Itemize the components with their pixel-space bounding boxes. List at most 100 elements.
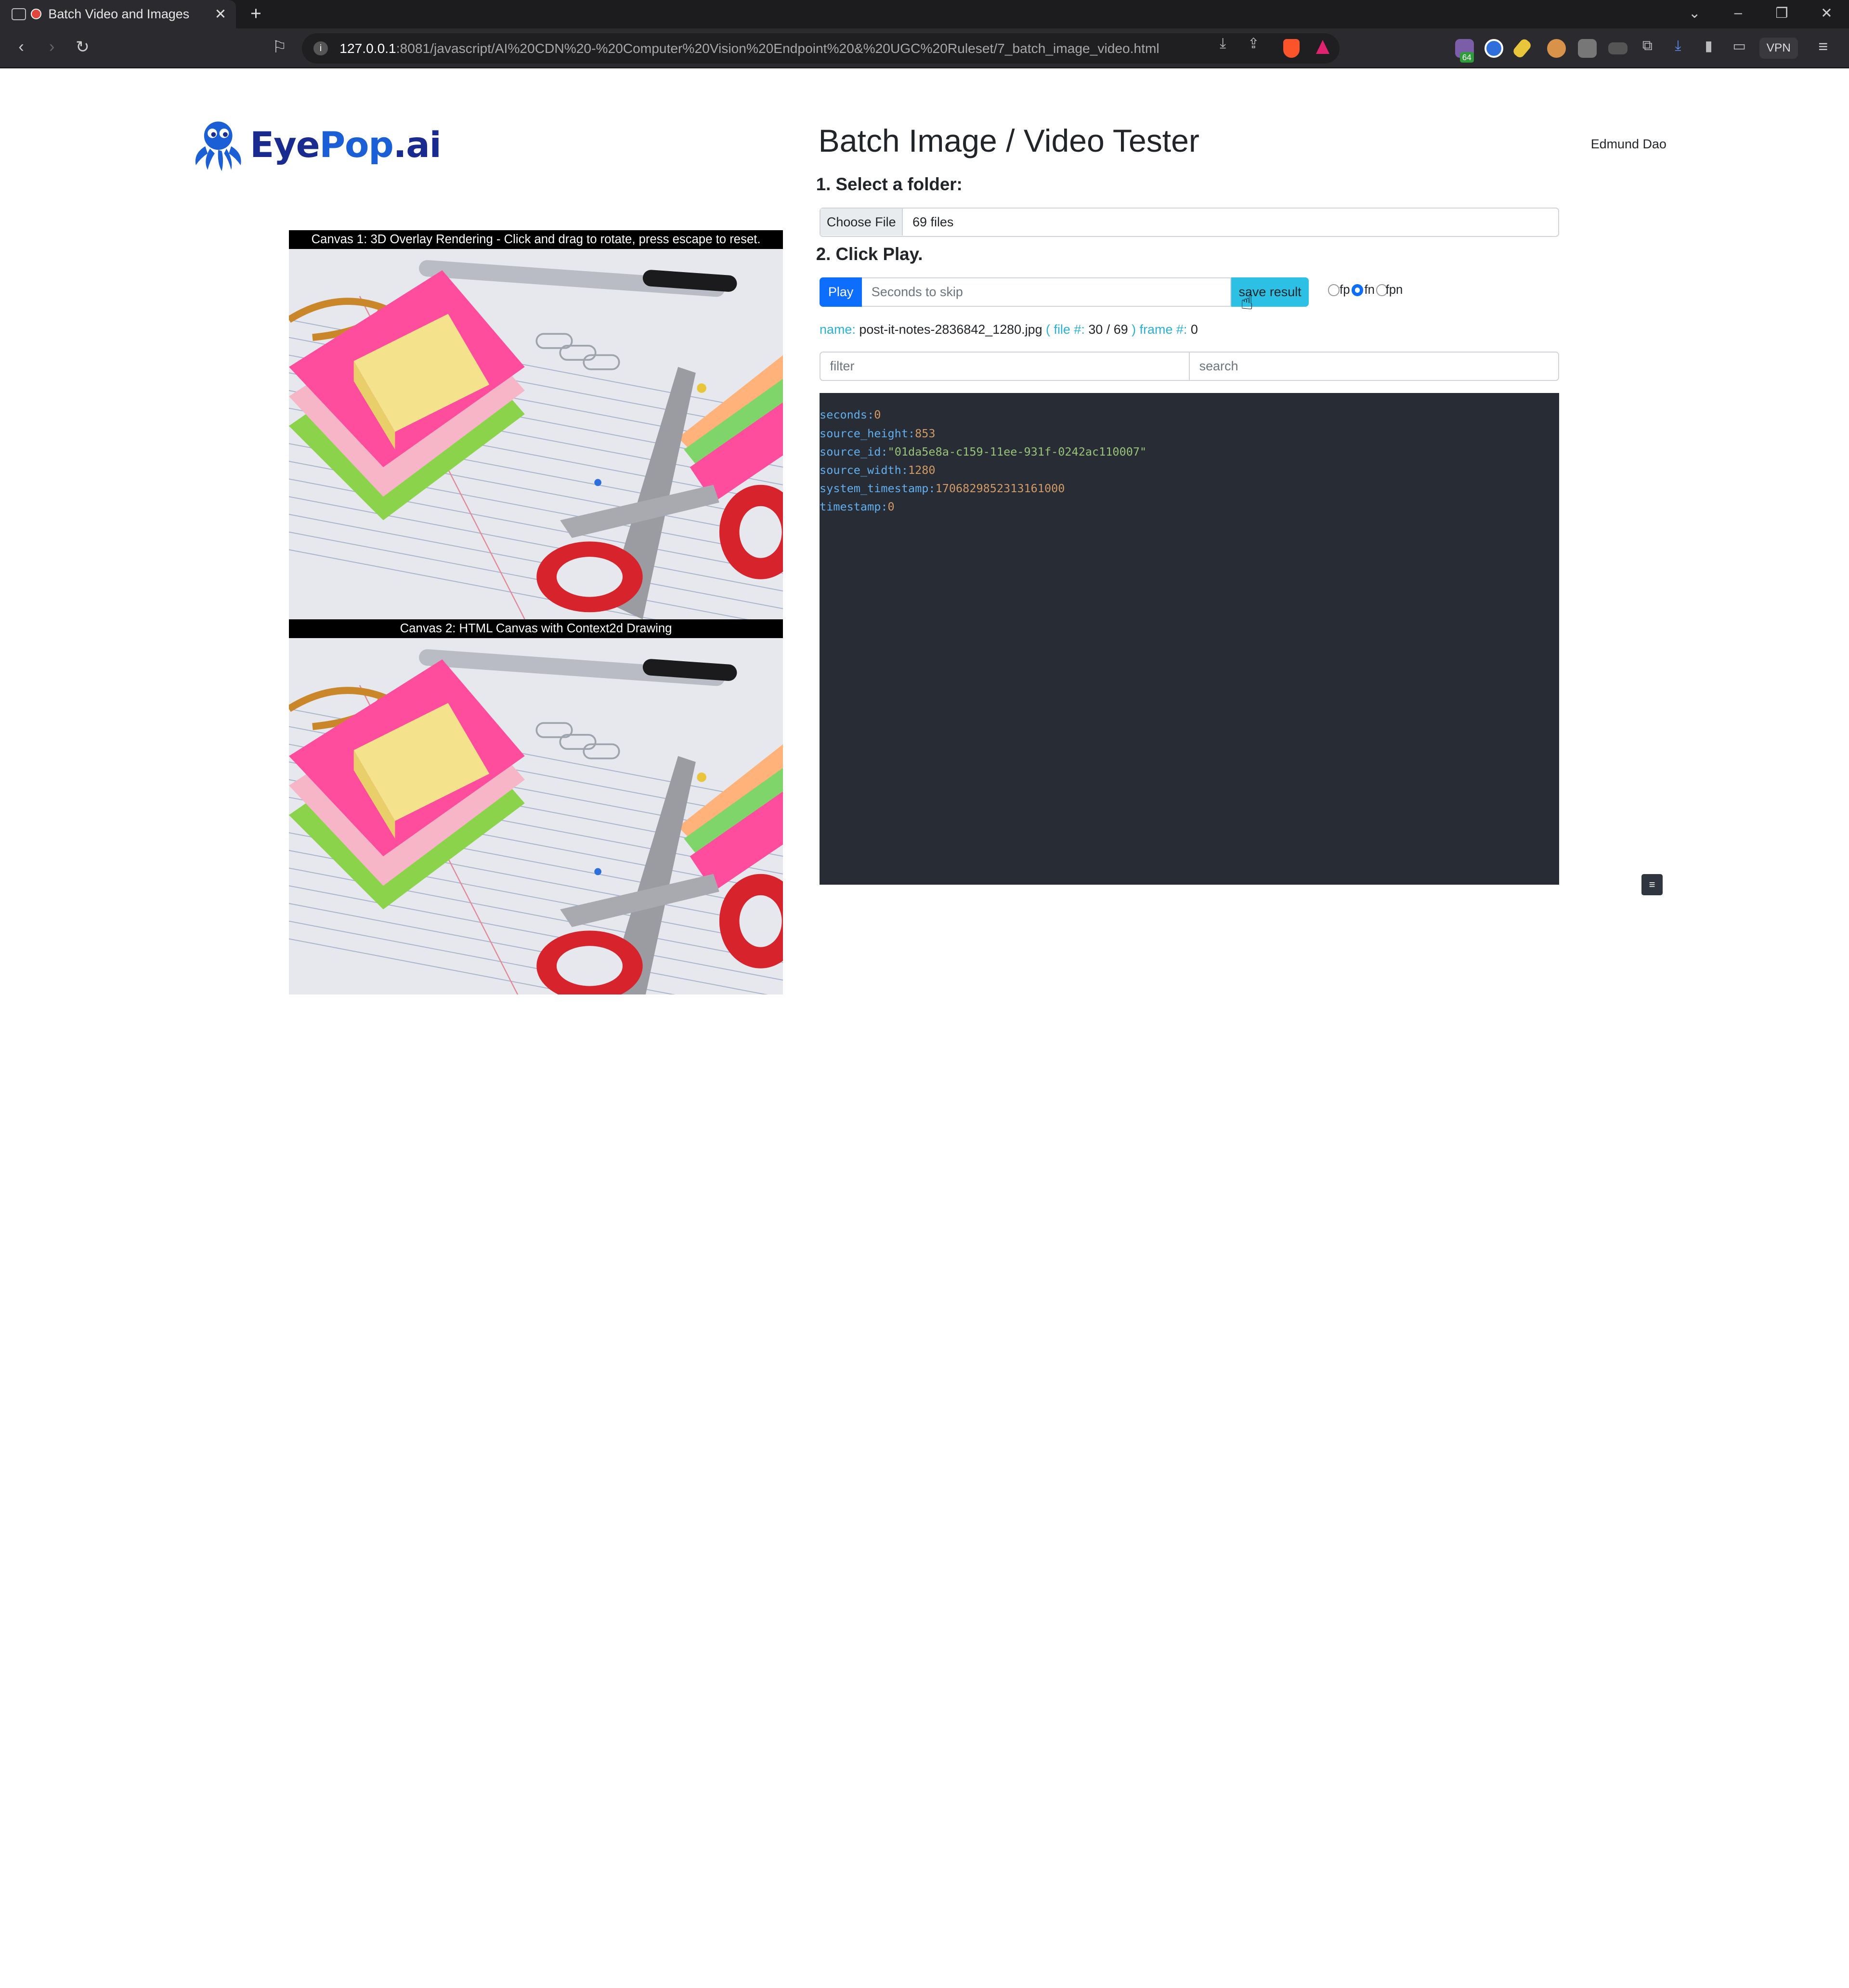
extension-icon[interactable]	[1484, 39, 1504, 58]
hand-cursor-icon: ☝	[1240, 290, 1254, 314]
radio-fn-label: fn	[1364, 283, 1375, 297]
logo-text-ai: .ai	[393, 124, 442, 166]
radio-fn[interactable]	[1351, 284, 1364, 296]
forward-icon[interactable]: ›	[42, 38, 61, 56]
name-key: name:	[820, 322, 856, 337]
file-count-label: 69 files	[912, 215, 954, 229]
filter-input[interactable]: filter	[820, 351, 1190, 381]
json-key: timestamp	[820, 500, 881, 514]
close-tab-icon[interactable]: ✕	[215, 6, 227, 23]
json-value: "01da5e8a-c159-11ee-931f-0242ac110007"	[887, 445, 1147, 458]
browser-toolbar: ‹ › ↻ ⚐ i 127.0.0.1:8081/javascript/AI%2…	[0, 28, 1849, 69]
json-row: source_width:1280	[820, 461, 1559, 479]
url-host: 127.0.0.1	[339, 40, 396, 56]
canvas-column: Canvas 1: 3D Overlay Rendering - Click a…	[289, 230, 783, 994]
logo-text-pop: Pop	[319, 124, 393, 166]
browser-tab-bar: Batch Video and Images ✕ + ⌄ – ❐ ✕	[0, 0, 1849, 28]
search-input[interactable]: search	[1190, 351, 1559, 381]
radio-fp-label: fp	[1340, 283, 1350, 297]
file-number-close: )	[1132, 322, 1136, 337]
octopus-icon	[195, 121, 241, 171]
highlighter-icon[interactable]	[1511, 37, 1533, 60]
site-info-icon[interactable]: i	[313, 41, 328, 56]
json-key: seconds	[820, 408, 868, 422]
extension-badge: 64	[1459, 52, 1474, 63]
json-key: source_width	[820, 463, 901, 477]
json-row: source_height:853	[820, 424, 1559, 443]
json-colon: :	[908, 426, 915, 440]
step-2-heading: 2. Click Play.	[816, 244, 923, 264]
audio-playing-icon	[12, 8, 26, 20]
page-title: Batch Image / Video Tester	[818, 123, 1199, 159]
radio-fpn-label: fpn	[1385, 283, 1403, 297]
wallet-icon[interactable]: ▭	[1731, 38, 1747, 54]
share-icon[interactable]: ⇪	[1245, 35, 1262, 52]
file-name-value: post-it-notes-2836842_1280.jpg	[859, 322, 1042, 337]
json-row: seconds:0	[820, 405, 1559, 424]
folder-file-input[interactable]: Choose File 69 files	[820, 208, 1559, 237]
url-path: :8081/javascript/AI%20CDN%20-%20Computer…	[396, 40, 1159, 56]
step-1-heading: 1. Select a folder:	[816, 174, 963, 195]
logo-text: EyePop.ai	[250, 124, 442, 166]
json-key: source_id	[820, 445, 881, 458]
extension-icon[interactable]	[1577, 39, 1597, 58]
json-key: system_timestamp	[820, 482, 929, 496]
json-row: system_timestamp:1706829852313161000	[820, 479, 1559, 497]
json-colon: :	[881, 445, 888, 458]
json-colon: :	[928, 482, 936, 496]
json-value: 853	[915, 426, 936, 440]
file-number-key: ( file #:	[1046, 322, 1085, 337]
list-toggle-icon[interactable]: ≡	[1641, 874, 1663, 895]
browser-tab[interactable]: Batch Video and Images ✕	[0, 0, 236, 28]
close-window-icon[interactable]: ✕	[1818, 5, 1835, 22]
json-value: 1706829852313161000	[935, 482, 1065, 496]
cookie-icon[interactable]	[1547, 39, 1566, 58]
choose-file-button[interactable]: Choose File	[820, 209, 903, 236]
canvas-1-3d-overlay[interactable]	[289, 248, 783, 619]
canvas-2-caption: Canvas 2: HTML Canvas with Context2d Dra…	[289, 619, 783, 638]
brave-rewards-icon[interactable]	[1316, 40, 1330, 54]
post-it-notes-image	[289, 248, 783, 619]
seconds-to-skip-input[interactable]: Seconds to skip	[862, 277, 1231, 307]
download-icon[interactable]: ⤓	[1214, 35, 1231, 52]
screen: Batch Video and Images ✕ + ⌄ – ❐ ✕ ‹ › ↻…	[0, 0, 1849, 994]
post-it-notes-image	[289, 638, 783, 994]
user-name[interactable]: Edmund Dao	[1591, 137, 1667, 152]
json-colon: :	[901, 463, 908, 477]
puzzle-icon[interactable]: ⧉	[1639, 38, 1655, 54]
minimize-icon[interactable]: –	[1730, 5, 1746, 21]
json-value: 0	[874, 408, 881, 422]
back-icon[interactable]: ‹	[12, 38, 30, 56]
json-row: timestamp:0	[820, 497, 1559, 516]
brave-shields-icon[interactable]	[1283, 39, 1300, 58]
eyepop-logo[interactable]: EyePop.ai	[189, 118, 442, 172]
recording-icon	[30, 9, 41, 20]
frame-number-key: frame #:	[1139, 322, 1187, 337]
json-colon: :	[881, 500, 888, 514]
radio-fp[interactable]	[1328, 284, 1340, 296]
bookmark-icon[interactable]: ⚐	[270, 38, 289, 57]
file-number-value: 30 / 69	[1088, 322, 1128, 337]
json-row: source_id:"01da5e8a-c159-11ee-931f-0242a…	[820, 443, 1559, 461]
canvas-1-caption: Canvas 1: 3D Overlay Rendering - Click a…	[289, 230, 783, 249]
json-colon: :	[867, 408, 874, 422]
new-tab-icon[interactable]: +	[245, 3, 266, 25]
vpn-button[interactable]: VPN	[1759, 38, 1798, 59]
page-content: EyePop.ai Canvas 1: 3D Overlay Rendering…	[0, 68, 1849, 994]
play-button[interactable]: Play	[820, 277, 862, 307]
restore-icon[interactable]: ❐	[1773, 5, 1790, 22]
status-line: name: post-it-notes-2836842_1280.jpg ( f…	[820, 322, 1198, 337]
extension-icon[interactable]	[1608, 42, 1628, 54]
json-key: source_height	[820, 426, 908, 440]
canvas-2-2d-drawing[interactable]	[289, 638, 783, 994]
reload-icon[interactable]: ↻	[73, 38, 92, 57]
tab-search-icon[interactable]: ⌄	[1686, 5, 1703, 22]
menu-icon[interactable]: ≡	[1818, 38, 1828, 56]
logo-text-eye: Eye	[250, 124, 320, 166]
json-value: 0	[887, 500, 895, 514]
tab-title: Batch Video and Images	[48, 6, 190, 21]
sidebar-icon[interactable]: ▮	[1700, 38, 1717, 54]
json-output-panel[interactable]: seconds:0 source_height:853 source_id:"01d…	[820, 392, 1559, 885]
downloads-icon[interactable]: ⤓	[1670, 38, 1686, 54]
address-bar[interactable]: i 127.0.0.1:8081/javascript/AI%20CDN%20-…	[301, 33, 1340, 64]
